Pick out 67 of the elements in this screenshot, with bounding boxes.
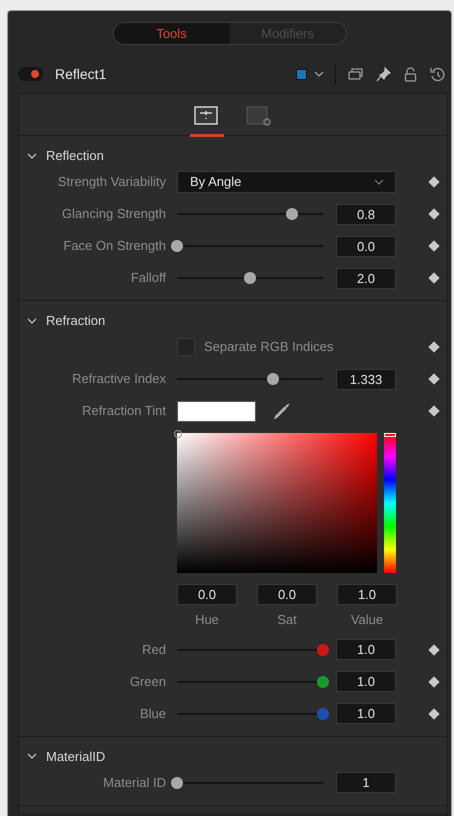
color-swatch[interactable] (177, 400, 256, 422)
number-field[interactable]: 1.0 (336, 703, 396, 724)
slider-thumb[interactable] (317, 676, 329, 688)
slider-thumb[interactable] (286, 208, 298, 220)
number-field[interactable]: 0.8 (336, 204, 396, 224)
parameter-label: Strength Variability (58, 173, 166, 192)
number-field[interactable]: 1.0 (337, 584, 397, 605)
field-label: Value (350, 611, 384, 629)
number-field[interactable]: 0.0 (257, 584, 317, 605)
color-picker-square[interactable] (177, 433, 377, 573)
chevron-down-icon[interactable] (313, 70, 325, 78)
parameter-label: Refractive Index (72, 370, 166, 388)
keyframe-icon[interactable] (428, 708, 440, 720)
sliders-icon (194, 106, 220, 126)
chevron-down-icon (373, 178, 385, 186)
number-field[interactable]: 1.0 (336, 639, 396, 660)
section-header[interactable]: Reflection (19, 136, 104, 166)
field-label: Hue (195, 611, 219, 629)
number-field[interactable]: 2.0 (336, 268, 396, 288)
settings-icon (246, 106, 272, 126)
section-header[interactable]: MaterialID (19, 736, 106, 766)
eyedropper-icon[interactable] (274, 403, 290, 419)
checkbox-label: Separate RGB Indices (204, 338, 334, 356)
section-header[interactable]: Refraction (19, 301, 106, 331)
keyframe-icon[interactable] (428, 341, 440, 353)
keyframe-icon[interactable] (428, 240, 440, 252)
parameter-label: Face On Strength (63, 237, 166, 256)
keyframe-icon[interactable] (428, 373, 440, 385)
number-field[interactable]: 1 (336, 772, 396, 793)
windows-icon[interactable] (348, 67, 363, 81)
parameter-label: Blue (140, 704, 166, 723)
slider-thumb[interactable] (244, 272, 256, 284)
slider-thumb[interactable] (171, 240, 183, 252)
parameter-label: Refraction Tint (82, 402, 166, 420)
keyframe-icon[interactable] (428, 208, 440, 220)
slider-thumb[interactable] (267, 373, 280, 385)
keyframe-icon[interactable] (428, 272, 440, 284)
chevron-down-icon (27, 152, 37, 160)
slider-thumb[interactable] (317, 708, 329, 720)
slider-thumb[interactable] (317, 644, 329, 656)
chevron-down-icon (27, 318, 37, 324)
keyframe-icon[interactable] (428, 176, 440, 188)
number-field[interactable]: 1.333 (336, 368, 396, 390)
hue-strip[interactable] (384, 433, 396, 573)
node-enable-toggle[interactable] (18, 67, 43, 81)
lock-icon[interactable] (404, 66, 417, 82)
parameter-label: Green (130, 672, 166, 691)
slider-thumb[interactable] (171, 776, 183, 788)
dropdown[interactable]: By Angle (177, 171, 396, 193)
parameter-label: Red (142, 640, 166, 659)
pin-icon[interactable] (376, 66, 391, 82)
chevron-down-icon (27, 753, 37, 760)
keyframe-icon[interactable] (428, 644, 440, 656)
node-color-swatch[interactable] (296, 68, 307, 80)
number-field[interactable]: 1.0 (336, 671, 396, 692)
field-label: Sat (277, 611, 297, 629)
node-name: Reflect1 (55, 64, 108, 84)
number-field[interactable]: 0.0 (336, 236, 396, 256)
number-field[interactable]: 0.0 (177, 584, 237, 605)
reset-icon[interactable] (430, 66, 445, 82)
checkbox[interactable] (177, 338, 195, 356)
parameter-label: Glancing Strength (62, 205, 166, 224)
keyframe-icon[interactable] (428, 405, 440, 417)
parameter-label: Material ID (103, 774, 166, 792)
parameter-label: Falloff (130, 269, 166, 288)
panel-tab[interactable]: Tools (114, 23, 230, 44)
keyframe-icon[interactable] (428, 676, 440, 688)
